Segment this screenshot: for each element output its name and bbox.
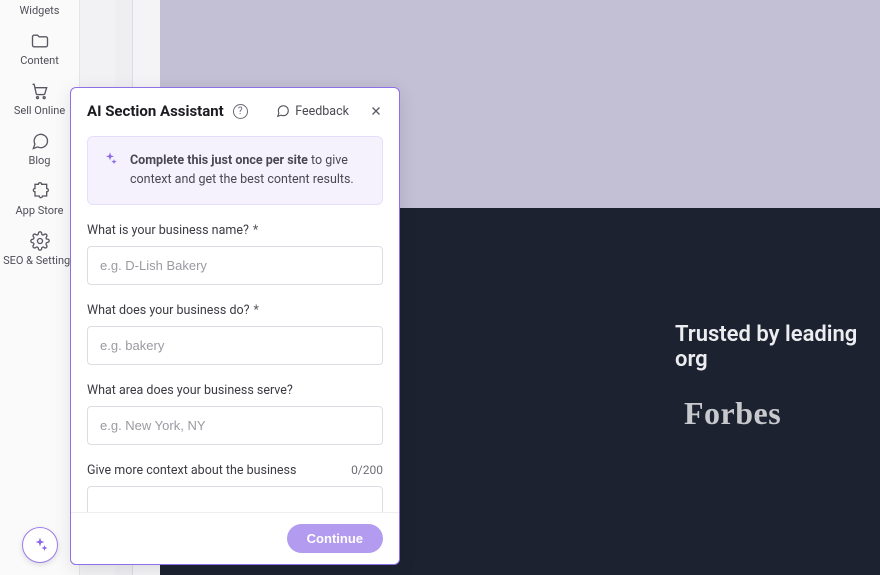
help-icon[interactable]: ? — [233, 104, 248, 119]
sparkle-icon — [31, 536, 49, 554]
field-business-do: What does your business do? * — [87, 303, 383, 365]
gear-icon — [30, 231, 50, 251]
char-counter: 0/200 — [351, 463, 383, 477]
chat-icon — [30, 131, 50, 151]
more-context-input[interactable] — [87, 486, 383, 512]
field-label: What area does your business serve? — [87, 383, 293, 398]
business-do-input[interactable] — [87, 326, 383, 365]
field-label: What is your business name? — [87, 223, 249, 238]
business-name-input[interactable] — [87, 246, 383, 285]
modal-footer: Continue — [71, 512, 399, 564]
sidebar-item-label: App Store — [15, 204, 63, 217]
modal-header: AI Section Assistant ? Feedback — [71, 88, 399, 132]
trusted-heading: Trusted by leading org — [675, 322, 880, 372]
business-area-input[interactable] — [87, 406, 383, 445]
sparkle-icon — [102, 151, 118, 167]
info-callout: Complete this just once per site to give… — [87, 136, 383, 205]
field-label: Give more context about the business — [87, 463, 296, 478]
forbes-logo: Forbes — [684, 395, 781, 432]
modal-title: AI Section Assistant — [87, 102, 224, 120]
ai-fab-button[interactable] — [22, 527, 58, 563]
sidebar-item-label: Sell Online — [14, 104, 65, 117]
sidebar-item-seo-settings[interactable]: SEO & Settings — [0, 225, 80, 275]
modal-body: Complete this just once per site to give… — [71, 132, 399, 512]
field-business-name: What is your business name? * — [87, 223, 383, 285]
close-icon[interactable] — [369, 104, 383, 118]
ai-section-assistant-modal: AI Section Assistant ? Feedback Complete… — [70, 87, 400, 565]
sidebar-item-blog[interactable]: Blog — [0, 125, 80, 175]
sidebar-item-widgets[interactable]: Widgets — [0, 0, 80, 25]
feedback-button[interactable]: Feedback — [276, 104, 349, 119]
sidebar-item-app-store[interactable]: App Store — [0, 175, 80, 225]
folder-icon — [30, 31, 50, 51]
feedback-label: Feedback — [295, 104, 349, 119]
sidebar-item-content[interactable]: Content — [0, 25, 80, 75]
required-indicator: * — [254, 303, 259, 318]
field-more-context: Give more context about the business 0/2… — [87, 463, 383, 512]
sidebar-item-sell-online[interactable]: Sell Online — [0, 75, 80, 125]
feedback-icon — [276, 104, 290, 118]
continue-button[interactable]: Continue — [287, 524, 383, 553]
sidebar-item-label: SEO & Settings — [3, 254, 76, 267]
puzzle-icon — [30, 181, 50, 201]
sidebar-item-label: Blog — [29, 154, 51, 167]
cart-icon — [30, 81, 50, 101]
field-business-area: What area does your business serve? — [87, 383, 383, 445]
info-callout-bold: Complete this just once per site — [130, 153, 308, 168]
required-indicator: * — [253, 223, 258, 238]
field-label: What does your business do? — [87, 303, 250, 318]
left-sidebar: Widgets Content Sell Online Blog App Sto… — [0, 0, 80, 575]
sidebar-item-label: Content — [20, 54, 59, 67]
sidebar-item-label: Widgets — [20, 4, 60, 17]
